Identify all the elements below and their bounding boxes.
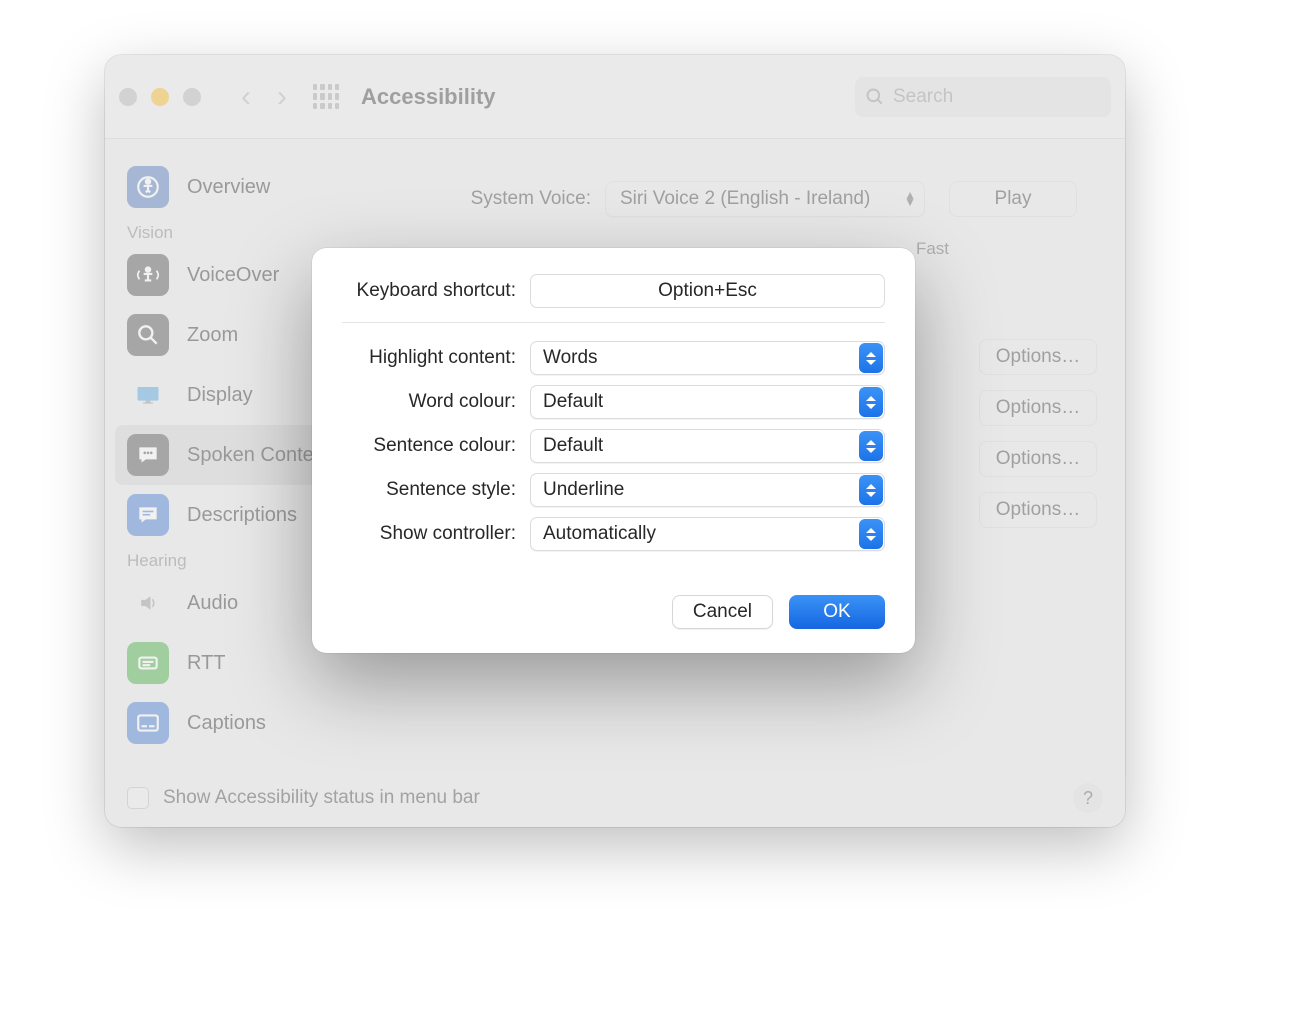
highlight-content-value: Words [543, 347, 598, 369]
word-colour-select[interactable]: Default [530, 385, 885, 419]
sentence-style-value: Underline [543, 479, 624, 501]
show-controller-select[interactable]: Automatically [530, 517, 885, 551]
keyboard-shortcut-input[interactable]: Option+Esc [530, 274, 885, 308]
ok-button[interactable]: OK [789, 595, 885, 629]
chevron-updown-icon [859, 431, 883, 461]
sentence-colour-value: Default [543, 435, 603, 457]
word-colour-value: Default [543, 391, 603, 413]
options-sheet: Keyboard shortcut: Option+Esc Highlight … [312, 248, 915, 653]
sentence-colour-label: Sentence colour: [342, 435, 530, 457]
chevron-updown-icon [859, 475, 883, 505]
highlight-content-label: Highlight content: [342, 347, 530, 369]
chevron-updown-icon [859, 519, 883, 549]
word-colour-label: Word colour: [342, 391, 530, 413]
divider [342, 322, 885, 323]
cancel-label: Cancel [693, 601, 752, 623]
show-controller-label: Show controller: [342, 523, 530, 545]
sentence-style-select[interactable]: Underline [530, 473, 885, 507]
keyboard-shortcut-label: Keyboard shortcut: [342, 280, 530, 302]
cancel-button[interactable]: Cancel [672, 595, 773, 629]
sentence-colour-select[interactable]: Default [530, 429, 885, 463]
chevron-updown-icon [859, 387, 883, 417]
show-controller-value: Automatically [543, 523, 656, 545]
chevron-updown-icon [859, 343, 883, 373]
sentence-style-label: Sentence style: [342, 479, 530, 501]
ok-label: OK [823, 601, 850, 623]
keyboard-shortcut-value: Option+Esc [658, 280, 757, 302]
highlight-content-select[interactable]: Words [530, 341, 885, 375]
